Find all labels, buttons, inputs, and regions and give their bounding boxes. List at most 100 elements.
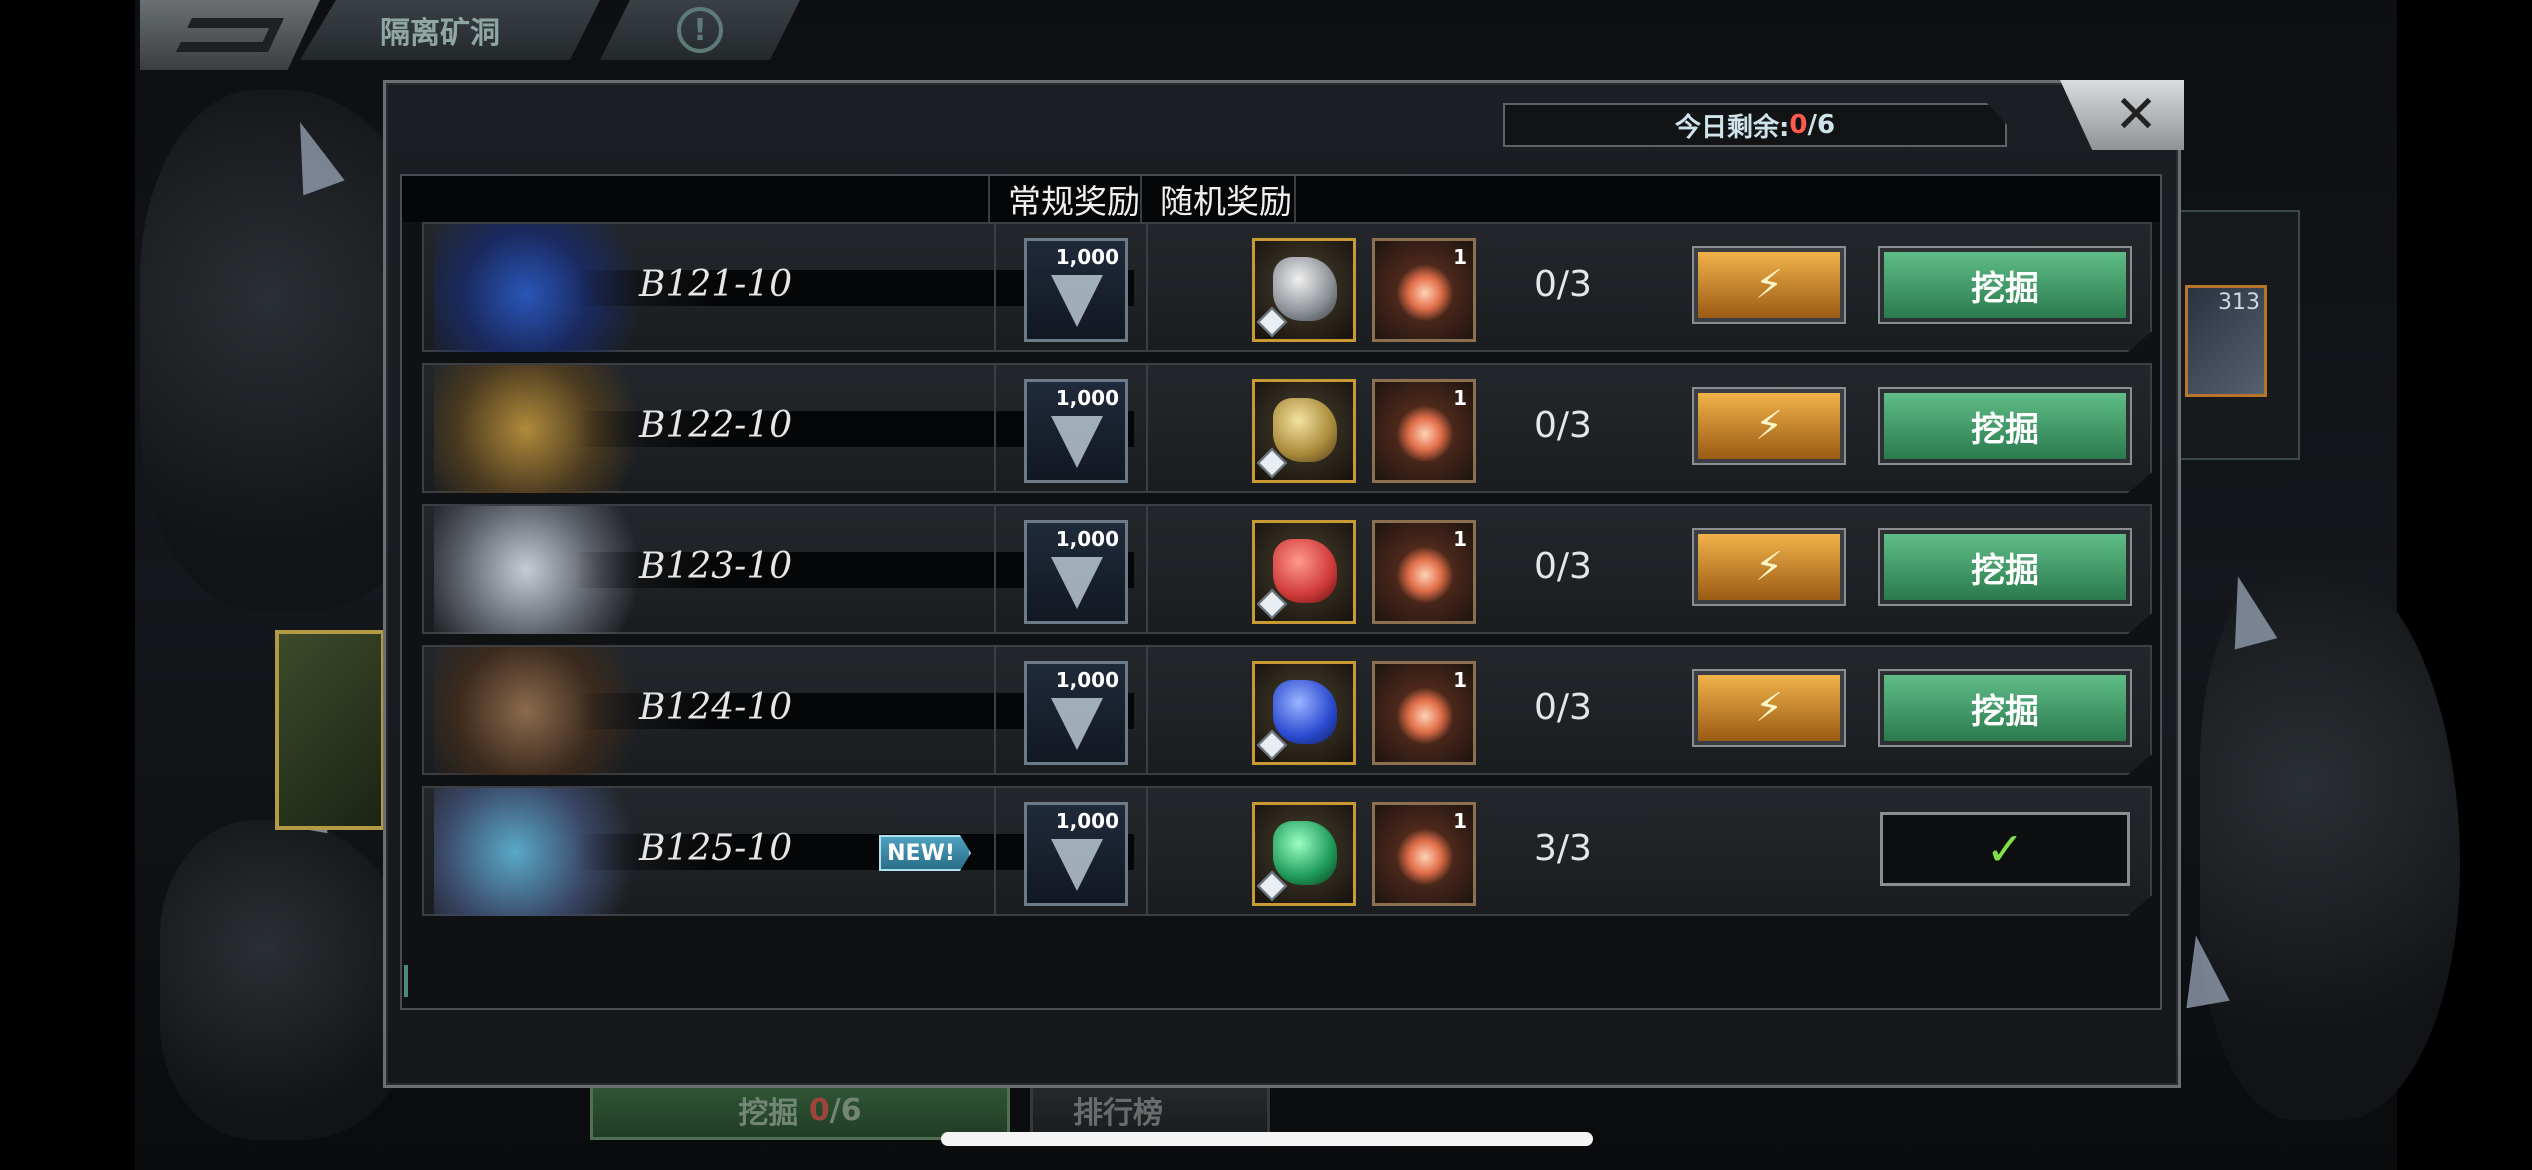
column-divider — [1146, 506, 1148, 634]
spark-crystal-icon — [1397, 829, 1453, 885]
lightning-icon: ⚡ — [1754, 262, 1784, 308]
random-reward-spark[interactable]: 1 — [1372, 520, 1476, 624]
table-header: 常规奖励 随机奖励 — [402, 176, 2160, 222]
dig-button[interactable]: 挖掘 — [1878, 387, 2132, 465]
bg-dig-total: /6 — [829, 1092, 862, 1128]
stage-name: B123-10 — [639, 546, 793, 587]
column-divider — [994, 647, 996, 775]
random-reward-ore[interactable] — [1252, 802, 1356, 906]
ore-icon — [1273, 680, 1337, 744]
reward-quantity: 1 — [1453, 668, 1467, 692]
back-button[interactable] — [140, 0, 320, 70]
spark-crystal-icon — [1397, 688, 1453, 744]
crystal-shard-icon — [1051, 557, 1103, 609]
dig-button[interactable]: 挖掘 — [1878, 669, 2132, 747]
letterbox-left — [0, 0, 135, 1170]
dig-button-label: 挖掘 — [1971, 409, 2039, 450]
attempt-count: 0/3 — [1534, 687, 1592, 728]
remaining-used: 0 — [1789, 110, 1808, 140]
stage-name: B125-10 — [639, 828, 793, 869]
reward-quantity: 1 — [1453, 386, 1467, 410]
random-reward-spark[interactable]: 1 — [1372, 802, 1476, 906]
crystal-shard-icon — [1051, 275, 1103, 327]
reward-quantity: 1 — [1453, 809, 1467, 833]
bg-rank-label: 排行榜 — [1073, 1096, 1163, 1131]
column-divider — [994, 365, 996, 493]
dig-button-label: 挖掘 — [1971, 691, 2039, 732]
background-dig-button: 挖掘 0/6 — [590, 1080, 1010, 1140]
checkmark-icon: ✓ — [1985, 822, 2025, 876]
column-divider — [1146, 365, 1148, 493]
back-icon — [176, 18, 284, 52]
header-regular-reward: 常规奖励 — [990, 176, 1142, 222]
energy-boost-button[interactable]: ⚡ — [1692, 528, 1846, 606]
column-divider — [994, 224, 996, 352]
stage-name: B122-10 — [639, 405, 793, 446]
dig-button-label: 挖掘 — [1971, 550, 2039, 591]
ore-icon — [1273, 539, 1337, 603]
column-divider — [994, 506, 996, 634]
reward-quantity: 1,000 — [1055, 245, 1119, 269]
spark-crystal-icon — [1397, 406, 1453, 462]
energy-boost-button[interactable]: ⚡ — [1692, 669, 1846, 747]
regular-reward-item[interactable]: 1,000 — [1024, 520, 1128, 624]
reward-quantity: 1 — [1453, 527, 1467, 551]
attempt-count: 3/3 — [1534, 828, 1592, 869]
reward-quantity: 1,000 — [1055, 668, 1119, 692]
header-stage — [402, 176, 990, 222]
regular-reward-item[interactable]: 1,000 — [1024, 238, 1128, 342]
table-row: B124-10 1,000 1 0/3 ⚡ 挖掘 — [422, 645, 2152, 775]
dig-button-label: 挖掘 — [1971, 268, 2039, 309]
daily-remaining-counter: 今日剩余: 0/6 — [1503, 103, 2007, 147]
random-reward-ore[interactable] — [1252, 238, 1356, 342]
stage-table: B120-101,00010/3⚡挖掘B121-101,00010/3⚡挖掘B1… — [400, 174, 2162, 1010]
energy-boost-button[interactable]: ⚡ — [1692, 246, 1846, 324]
info-icon: ! — [677, 7, 723, 53]
table-row: B121-10 1,000 1 0/3 ⚡ 挖掘 — [422, 222, 2152, 352]
home-indicator[interactable] — [941, 1132, 1593, 1146]
header-random-reward: 随机奖励 — [1142, 176, 1296, 222]
random-reward-ore[interactable] — [1252, 661, 1356, 765]
crystal-shard-icon — [1051, 839, 1103, 891]
remaining-label: 今日剩余: — [1674, 112, 1790, 143]
spark-crystal-icon — [1397, 265, 1453, 321]
random-reward-spark[interactable]: 1 — [1372, 238, 1476, 342]
header-actions — [1296, 176, 2160, 222]
completed-indicator: ✓ — [1880, 812, 2130, 886]
regular-reward-item[interactable]: 1,000 — [1024, 661, 1128, 765]
game-screen: 313 隔离矿洞 ! 挖掘 0/6 排行榜 ✕ 今日剩余: 0/6 B120-1… — [0, 0, 2532, 1170]
close-icon: ✕ — [2114, 85, 2158, 145]
page-title-text: 隔离矿洞 — [380, 16, 500, 51]
background-stage-thumbnail — [275, 630, 385, 830]
random-reward-ore[interactable] — [1252, 379, 1356, 483]
random-reward-ore[interactable] — [1252, 520, 1356, 624]
crystal-shard-icon — [1051, 698, 1103, 750]
lightning-icon: ⚡ — [1754, 544, 1784, 590]
new-badge: NEW! — [879, 835, 971, 871]
crystal-shard-icon — [1051, 416, 1103, 468]
dig-button[interactable]: 挖掘 — [1878, 246, 2132, 324]
random-reward-spark[interactable]: 1 — [1372, 661, 1476, 765]
column-divider — [1146, 224, 1148, 352]
bg-dig-label: 挖掘 — [738, 1096, 799, 1131]
attempt-count: 0/3 — [1534, 546, 1592, 587]
reward-quantity: 1,000 — [1055, 527, 1119, 551]
stage-name: B124-10 — [639, 687, 793, 728]
ore-icon — [1273, 257, 1337, 321]
regular-reward-item[interactable]: 1,000 — [1024, 379, 1128, 483]
cave-rock — [160, 820, 420, 1140]
info-button[interactable]: ! — [600, 0, 800, 60]
reward-quantity: 1,000 — [1055, 809, 1119, 833]
lightning-icon: ⚡ — [1754, 403, 1784, 449]
page-title: 隔离矿洞 — [300, 0, 600, 60]
scrollbar[interactable] — [404, 965, 408, 997]
regular-reward-item[interactable]: 1,000 — [1024, 802, 1128, 906]
dig-button[interactable]: 挖掘 — [1878, 528, 2132, 606]
stage-name: B121-10 — [639, 264, 793, 305]
random-reward-spark[interactable]: 1 — [1372, 379, 1476, 483]
lightning-icon: ⚡ — [1754, 685, 1784, 731]
table-row: B123-10 1,000 1 0/3 ⚡ 挖掘 — [422, 504, 2152, 634]
energy-boost-button[interactable]: ⚡ — [1692, 387, 1846, 465]
background-item-thumbnail: 313 — [2185, 285, 2267, 397]
spark-crystal-icon — [1397, 547, 1453, 603]
